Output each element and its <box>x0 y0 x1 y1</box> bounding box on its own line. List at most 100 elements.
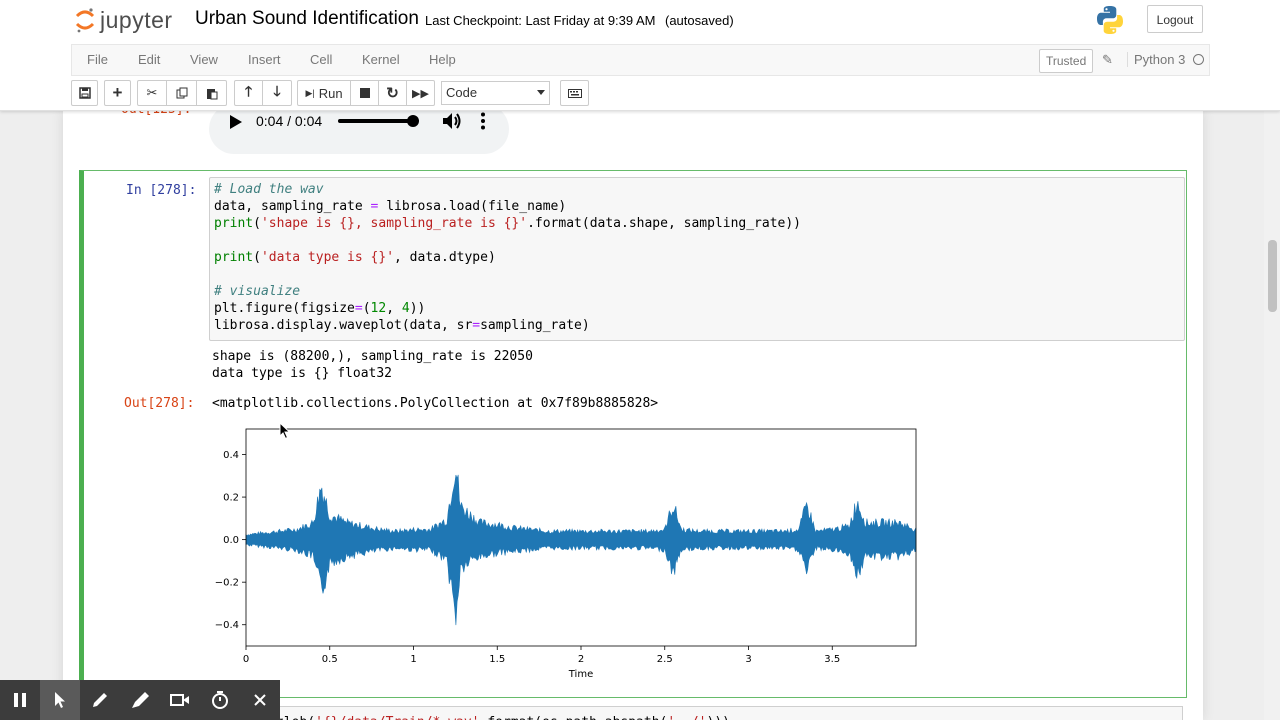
timer-icon <box>212 691 228 709</box>
page-scrollbar[interactable] <box>1264 110 1280 720</box>
marker-tool-button[interactable] <box>120 680 160 720</box>
stop-icon <box>359 88 370 98</box>
trusted-indicator[interactable]: Trusted <box>1039 49 1094 73</box>
jupyter-logo-text: jupyter <box>100 6 173 33</box>
code-line: glob('{}/data/Train/*.wav'.format(os.pat… <box>276 715 730 720</box>
y-tick-label: −0.4 <box>215 620 239 631</box>
code-line: # Load the wav <box>214 182 324 197</box>
scrollbar-thumb[interactable] <box>1268 240 1277 312</box>
audio-player: 0:04 / 0:04 <box>209 110 509 154</box>
menu-help[interactable]: Help <box>429 52 456 67</box>
move-up-button[interactable]: 🡑 <box>234 80 263 106</box>
x-tick-label: 3 <box>745 654 751 665</box>
move-down-button[interactable]: 🡓 <box>263 80 292 106</box>
autosave-status: (autosaved) <box>665 13 734 28</box>
menu-edit[interactable]: Edit <box>138 52 160 67</box>
step-forward-icon: ▶| <box>305 87 315 98</box>
interrupt-kernel-button[interactable] <box>351 80 379 106</box>
menu-insert[interactable]: Insert <box>248 52 281 67</box>
command-palette-button[interactable] <box>560 80 589 106</box>
save-button[interactable] <box>71 80 98 106</box>
menu-view[interactable]: View <box>190 52 218 67</box>
run-button[interactable]: ▶| Run <box>297 80 351 106</box>
close-icon <box>254 694 266 706</box>
play-icon[interactable] <box>229 114 243 130</box>
pause-icon <box>14 693 26 707</box>
dropdown-arrow-icon <box>537 90 545 95</box>
audio-seek-bar[interactable] <box>338 119 413 123</box>
cut-button[interactable]: ✂ <box>137 80 167 106</box>
x-tick-label: 1.5 <box>489 654 505 665</box>
pause-button[interactable] <box>0 680 40 720</box>
restart-icon: ↻ <box>386 85 399 102</box>
paste-button[interactable] <box>197 80 227 106</box>
menu-file[interactable]: File <box>87 52 108 67</box>
pen-icon <box>93 693 107 707</box>
x-tick-label: 0.5 <box>322 654 338 665</box>
python-logo-icon <box>1097 6 1123 34</box>
code-line: # visualize <box>214 284 301 299</box>
pointer-icon <box>55 692 65 708</box>
notebook-header: jupyter Urban Sound Identification Last … <box>0 0 1280 111</box>
stdout-line: shape is (88200,), sampling_rate is 2205… <box>212 349 533 364</box>
y-tick-label: 0.0 <box>223 535 239 546</box>
pencil-icon[interactable]: ✎ <box>1102 52 1113 68</box>
code-line: data, sampling_rate = librosa.load(file_… <box>214 199 567 214</box>
code-line: plt.figure(figsize=(12, 4)) <box>214 301 426 316</box>
code-line: print('data type is {}', data.dtype) <box>214 250 496 265</box>
waveform-plot: 0 0.5 1 1.5 2 2.5 3 3.5 0.4 0.2 0.0 −0.2 −0.4 Time <box>215 428 917 680</box>
volume-icon[interactable] <box>442 112 462 130</box>
pointer-tool-button[interactable] <box>40 680 80 720</box>
code-editor[interactable]: # Load the wav data, sampling_rate = lib… <box>209 177 1185 341</box>
menu-cell[interactable]: Cell <box>310 52 332 67</box>
timer-button[interactable] <box>200 680 240 720</box>
screencast-toolbar <box>0 680 280 720</box>
keyboard-icon <box>567 88 582 98</box>
jupyter-logo[interactable]: jupyter <box>74 5 173 35</box>
kernel-name[interactable]: Python 3 <box>1127 52 1185 67</box>
copy-icon <box>176 87 187 99</box>
fast-forward-icon: ▶▶ <box>412 87 429 100</box>
next-code-cell[interactable]: glob('{}/data/Train/*.wav'.format(os.pat… <box>205 706 1183 720</box>
cell-type-value: Code <box>446 85 478 100</box>
input-prompt: In [278]: <box>126 183 197 198</box>
notebook-title[interactable]: Urban Sound Identification <box>195 8 419 30</box>
x-tick-label: 0 <box>243 654 249 665</box>
insert-cell-button[interactable]: + <box>104 80 131 106</box>
pen-tool-button[interactable] <box>80 680 120 720</box>
x-tick-label: 2.5 <box>657 654 673 665</box>
jupyter-logo-icon <box>75 8 95 33</box>
run-label: Run <box>318 85 343 101</box>
plus-icon: + <box>112 83 123 102</box>
x-tick-label: 2 <box>578 654 584 665</box>
cell-type-select[interactable]: Code <box>441 81 550 105</box>
move-button-group: 🡑 🡓 <box>234 80 292 106</box>
more-options-icon[interactable] <box>480 112 486 130</box>
camera-button[interactable] <box>160 680 200 720</box>
copy-button[interactable] <box>167 80 197 106</box>
last-checkpoint: Last Checkpoint: Last Friday at 9:39 AM <box>425 13 656 28</box>
mouse-cursor-icon <box>279 422 291 440</box>
menubar: File Edit View Insert Cell Kernel Help T… <box>71 44 1210 76</box>
paste-icon <box>206 88 217 99</box>
y-tick-label: 0.4 <box>223 450 239 461</box>
code-line: librosa.display.waveplot(data, sr=sampli… <box>214 318 590 333</box>
notebook-container: Out[125]: 0:04 / 0:04 In [278]: # Load t… <box>63 110 1203 720</box>
scissors-icon: ✂ <box>146 85 158 100</box>
x-axis-label: Time <box>568 669 593 680</box>
selected-code-cell[interactable]: In [278]: # Load the wav data, sampling_… <box>79 170 1187 698</box>
arrow-down-icon: 🡓 <box>273 83 281 99</box>
y-tick-label: −0.2 <box>215 578 239 589</box>
y-tick-label: 0.2 <box>223 493 239 504</box>
camera-icon <box>170 694 189 706</box>
logout-button[interactable]: Logout <box>1147 5 1203 33</box>
menu-kernel[interactable]: Kernel <box>362 52 400 67</box>
previous-output-prompt: Out[125]: <box>121 110 191 117</box>
save-icon <box>78 87 91 99</box>
audio-time: 0:04 / 0:04 <box>256 113 323 129</box>
restart-run-all-button[interactable]: ▶▶ <box>407 80 435 106</box>
run-button-group: ▶| Run ↻ ▶▶ <box>297 80 435 106</box>
restart-kernel-button[interactable]: ↻ <box>379 80 407 106</box>
close-button[interactable] <box>240 680 280 720</box>
audio-seek-thumb[interactable] <box>407 115 419 127</box>
